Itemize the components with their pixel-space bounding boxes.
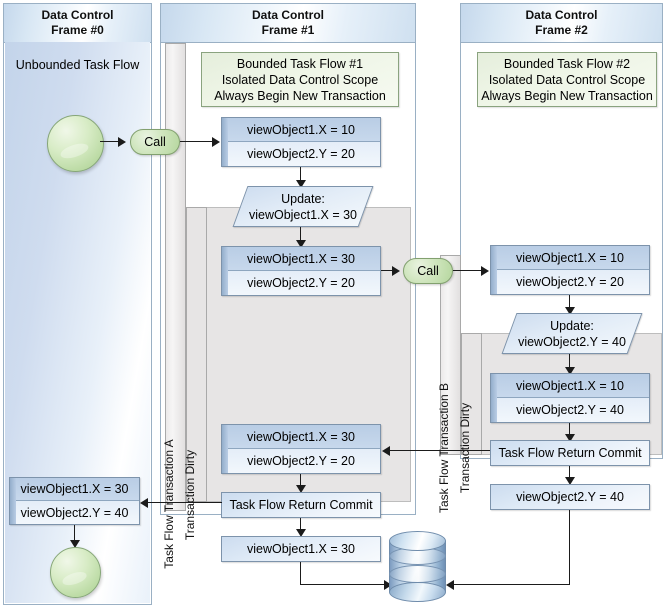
frame2-update-line2: viewObject2.Y = 40 xyxy=(518,334,626,349)
f2-final-to-db-vline xyxy=(569,510,571,585)
bounded-task-flow-2-line1: Bounded Task Flow #2 xyxy=(503,56,631,71)
frame2-update-line1: Update: xyxy=(550,318,594,333)
frame1-update-line1: Update: xyxy=(281,191,325,206)
frame2-state1-row-1: viewObject1.X = 10 xyxy=(491,246,649,270)
state-box-left-accent xyxy=(491,246,497,294)
bounded-task-flow-2-box: Bounded Task Flow #2 Isolated Data Contr… xyxy=(477,52,657,107)
call-node-1[interactable]: Call xyxy=(130,129,180,155)
frame2-state2-row-1: viewObject1.X = 10 xyxy=(491,374,649,398)
unbounded-task-flow-label: Unbounded Task Flow xyxy=(15,58,140,72)
frame2-commit-label: Task Flow Return Commit xyxy=(498,446,642,460)
database-bottom xyxy=(389,582,446,602)
frame-0-title-line1: Data Control xyxy=(41,8,114,22)
frame2-state2-row-2: viewObject2.Y = 40 xyxy=(491,398,649,422)
f2-commit-to-f1state3-arrowhead xyxy=(382,446,390,456)
transaction-dirty-band-a: Transaction Dirty xyxy=(183,207,207,540)
f1-commit-to-frame0-arrowhead xyxy=(140,498,148,508)
frame1-state2-row-2: viewObject2.Y = 20 xyxy=(222,271,380,295)
frame1-update-text: Update: viewObject1.X = 30 xyxy=(236,186,370,227)
frame-1-header: Data Control Frame #1 xyxy=(161,4,415,43)
frame0-final-row-1: viewObject1.X = 30 xyxy=(10,478,139,501)
f1-state2-to-call2-arrowhead xyxy=(392,266,400,276)
call1-to-state1-arrowhead xyxy=(212,137,220,147)
frame2-task-flow-return-commit: Task Flow Return Commit xyxy=(490,440,650,466)
bounded-task-flow-2-line2: Isolated Data Control Scope xyxy=(488,72,646,87)
state-box-left-accent xyxy=(222,118,228,166)
bounded-task-flow-2-line3: Always Begin New Transaction xyxy=(481,88,653,103)
database-top xyxy=(389,531,446,551)
frame-1-title-line2: Frame #1 xyxy=(261,23,315,37)
frame2-state-box-2: viewObject1.X = 10 viewObject2.Y = 40 xyxy=(490,373,650,423)
call-node-2[interactable]: Call xyxy=(403,258,453,284)
state-box-left-accent xyxy=(10,478,16,524)
frame1-state-box-3: viewObject1.X = 30 viewObject2.Y = 20 xyxy=(221,424,381,474)
frame2-final-box: viewObject2.Y = 40 xyxy=(490,484,650,510)
frame-2-title-line2: Frame #2 xyxy=(535,23,588,37)
frame1-final-box: viewObject1.X = 30 xyxy=(221,536,381,562)
database-ring-2 xyxy=(389,565,446,583)
call-node-1-label: Call xyxy=(144,135,166,149)
frame-1-title-line1: Data Control xyxy=(252,8,324,22)
frame1-task-flow-return-commit: Task Flow Return Commit xyxy=(221,492,381,518)
frame1-state2-row-1: viewObject1.X = 30 xyxy=(222,247,380,271)
frame1-state1-row-1: viewObject1.X = 10 xyxy=(222,118,380,142)
frame2-update-text: Update: viewObject2.Y = 40 xyxy=(505,313,639,354)
f2-commit-to-f1state3-line xyxy=(388,450,490,452)
frame2-state-box-1: viewObject1.X = 10 viewObject2.Y = 20 xyxy=(490,245,650,295)
frame-2-title-line1: Data Control xyxy=(525,8,598,22)
frame-0-header: Data Control Frame #0 xyxy=(4,4,151,43)
frame1-commit-label: Task Flow Return Commit xyxy=(229,498,373,512)
database-cylinder-icon xyxy=(389,531,446,602)
frame-0-title-line2: Frame #0 xyxy=(51,23,104,37)
call2-to-f2state1-arrowhead xyxy=(481,266,489,276)
task-flow-transaction-a-label: Task Flow Transaction A xyxy=(161,439,176,569)
bounded-task-flow-1-box: Bounded Task Flow #1 Isolated Data Contr… xyxy=(201,52,399,107)
frame2-final-label: viewObject2.Y = 40 xyxy=(516,490,624,504)
frame1-final-label: viewObject1.X = 30 xyxy=(246,542,356,556)
start-to-call1-arrowhead xyxy=(118,137,126,147)
start-circle-icon xyxy=(47,115,104,172)
frame2-state1-row-2: viewObject2.Y = 20 xyxy=(491,270,649,294)
frame1-state3-row-2: viewObject2.Y = 20 xyxy=(222,449,380,473)
state-box-left-accent xyxy=(222,247,228,295)
frame1-update-line2: viewObject1.X = 30 xyxy=(248,207,358,222)
transaction-dirty-label-b: Transaction Dirty xyxy=(457,402,472,494)
frame1-state-box-2: viewObject1.X = 30 viewObject2.Y = 20 xyxy=(221,246,381,296)
f1-commit-to-frame0-line xyxy=(146,502,222,504)
f2-final-to-db-hline xyxy=(452,584,570,586)
transaction-dirty-label-a: Transaction Dirty xyxy=(182,449,197,541)
bounded-task-flow-1-line1: Bounded Task Flow #1 xyxy=(236,56,364,71)
call-node-2-label: Call xyxy=(417,264,439,278)
frame-2-header: Data Control Frame #2 xyxy=(461,4,662,43)
frame1-state1-row-2: viewObject2.Y = 20 xyxy=(222,142,380,166)
task-flow-transaction-a-band: Task Flow Transaction A xyxy=(162,43,186,569)
task-flow-transaction-b-label: Task Flow Transaction B xyxy=(436,382,451,514)
f2-final-to-db-arrowhead xyxy=(446,580,454,590)
f1-final-to-db-vline xyxy=(300,562,302,585)
frame1-state-box-1: viewObject1.X = 10 viewObject2.Y = 20 xyxy=(221,117,381,167)
bounded-task-flow-1-line3: Always Begin New Transaction xyxy=(214,88,386,103)
state-box-left-accent xyxy=(491,374,497,422)
frame1-state3-row-1: viewObject1.X = 30 xyxy=(222,425,380,449)
f1-final-to-db-hline xyxy=(300,584,388,586)
frame0-final-row-2: viewObject2.Y = 40 xyxy=(10,501,139,524)
bounded-task-flow-1-line2: Isolated Data Control Scope xyxy=(221,72,379,87)
transaction-dirty-band-b: Transaction Dirty xyxy=(458,333,482,493)
frame0-final-state-box: viewObject1.X = 30 viewObject2.Y = 40 xyxy=(9,477,140,525)
state-box-left-accent xyxy=(222,425,228,473)
end-circle-icon xyxy=(50,547,101,598)
